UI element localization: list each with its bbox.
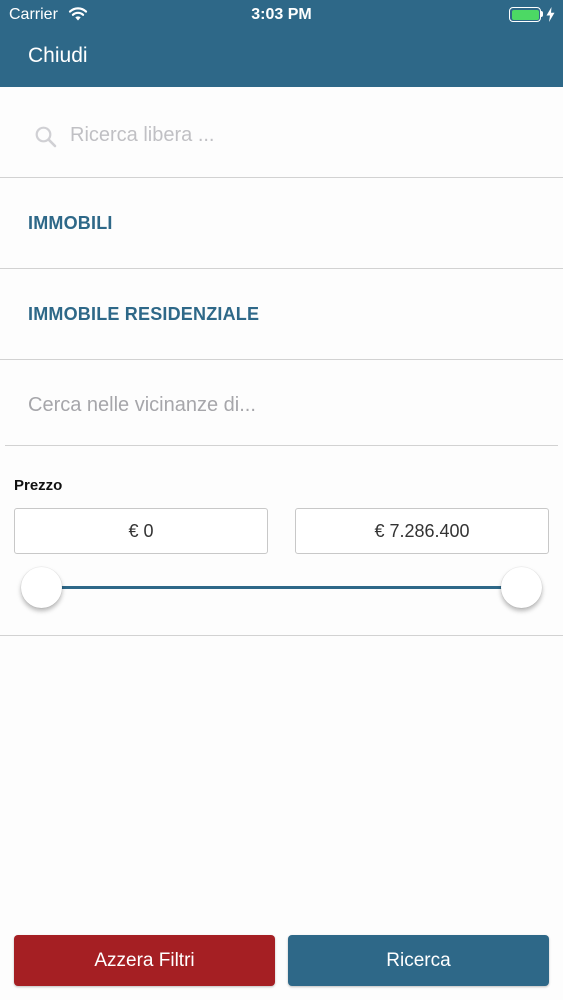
price-slider-min-handle[interactable]	[21, 567, 62, 608]
category-label: IMMOBILE RESIDENZIALE	[28, 304, 260, 324]
free-search-input[interactable]	[70, 117, 530, 153]
divider	[5, 445, 558, 446]
nearby-search-input[interactable]	[28, 389, 528, 421]
category-row-immobile-residenziale[interactable]: IMMOBILE RESIDENZIALE	[0, 269, 563, 360]
battery-icon	[509, 7, 541, 22]
charging-bolt-icon	[546, 7, 555, 22]
search-icon	[35, 126, 57, 148]
price-label: Prezzo	[14, 477, 63, 494]
price-slider-track	[42, 586, 522, 589]
price-min-field[interactable]: € 0	[14, 508, 268, 554]
nearby-search-row	[0, 361, 563, 446]
search-button[interactable]: Ricerca	[288, 935, 549, 986]
price-max-field[interactable]: € 7.286.400	[295, 508, 549, 554]
category-label: IMMOBILI	[28, 213, 113, 233]
category-row-immobili[interactable]: IMMOBILI	[0, 178, 563, 269]
free-search-row	[0, 87, 563, 178]
navigation-bar: Carrier 3:03 PM Chiudi	[0, 0, 563, 87]
close-button[interactable]: Chiudi	[28, 44, 88, 68]
reset-filters-button[interactable]: Azzera Filtri	[14, 935, 275, 986]
price-slider-max-handle[interactable]	[501, 567, 542, 608]
status-bar: Carrier 3:03 PM	[0, 0, 563, 30]
status-time: 3:03 PM	[251, 6, 312, 23]
divider	[0, 635, 563, 636]
